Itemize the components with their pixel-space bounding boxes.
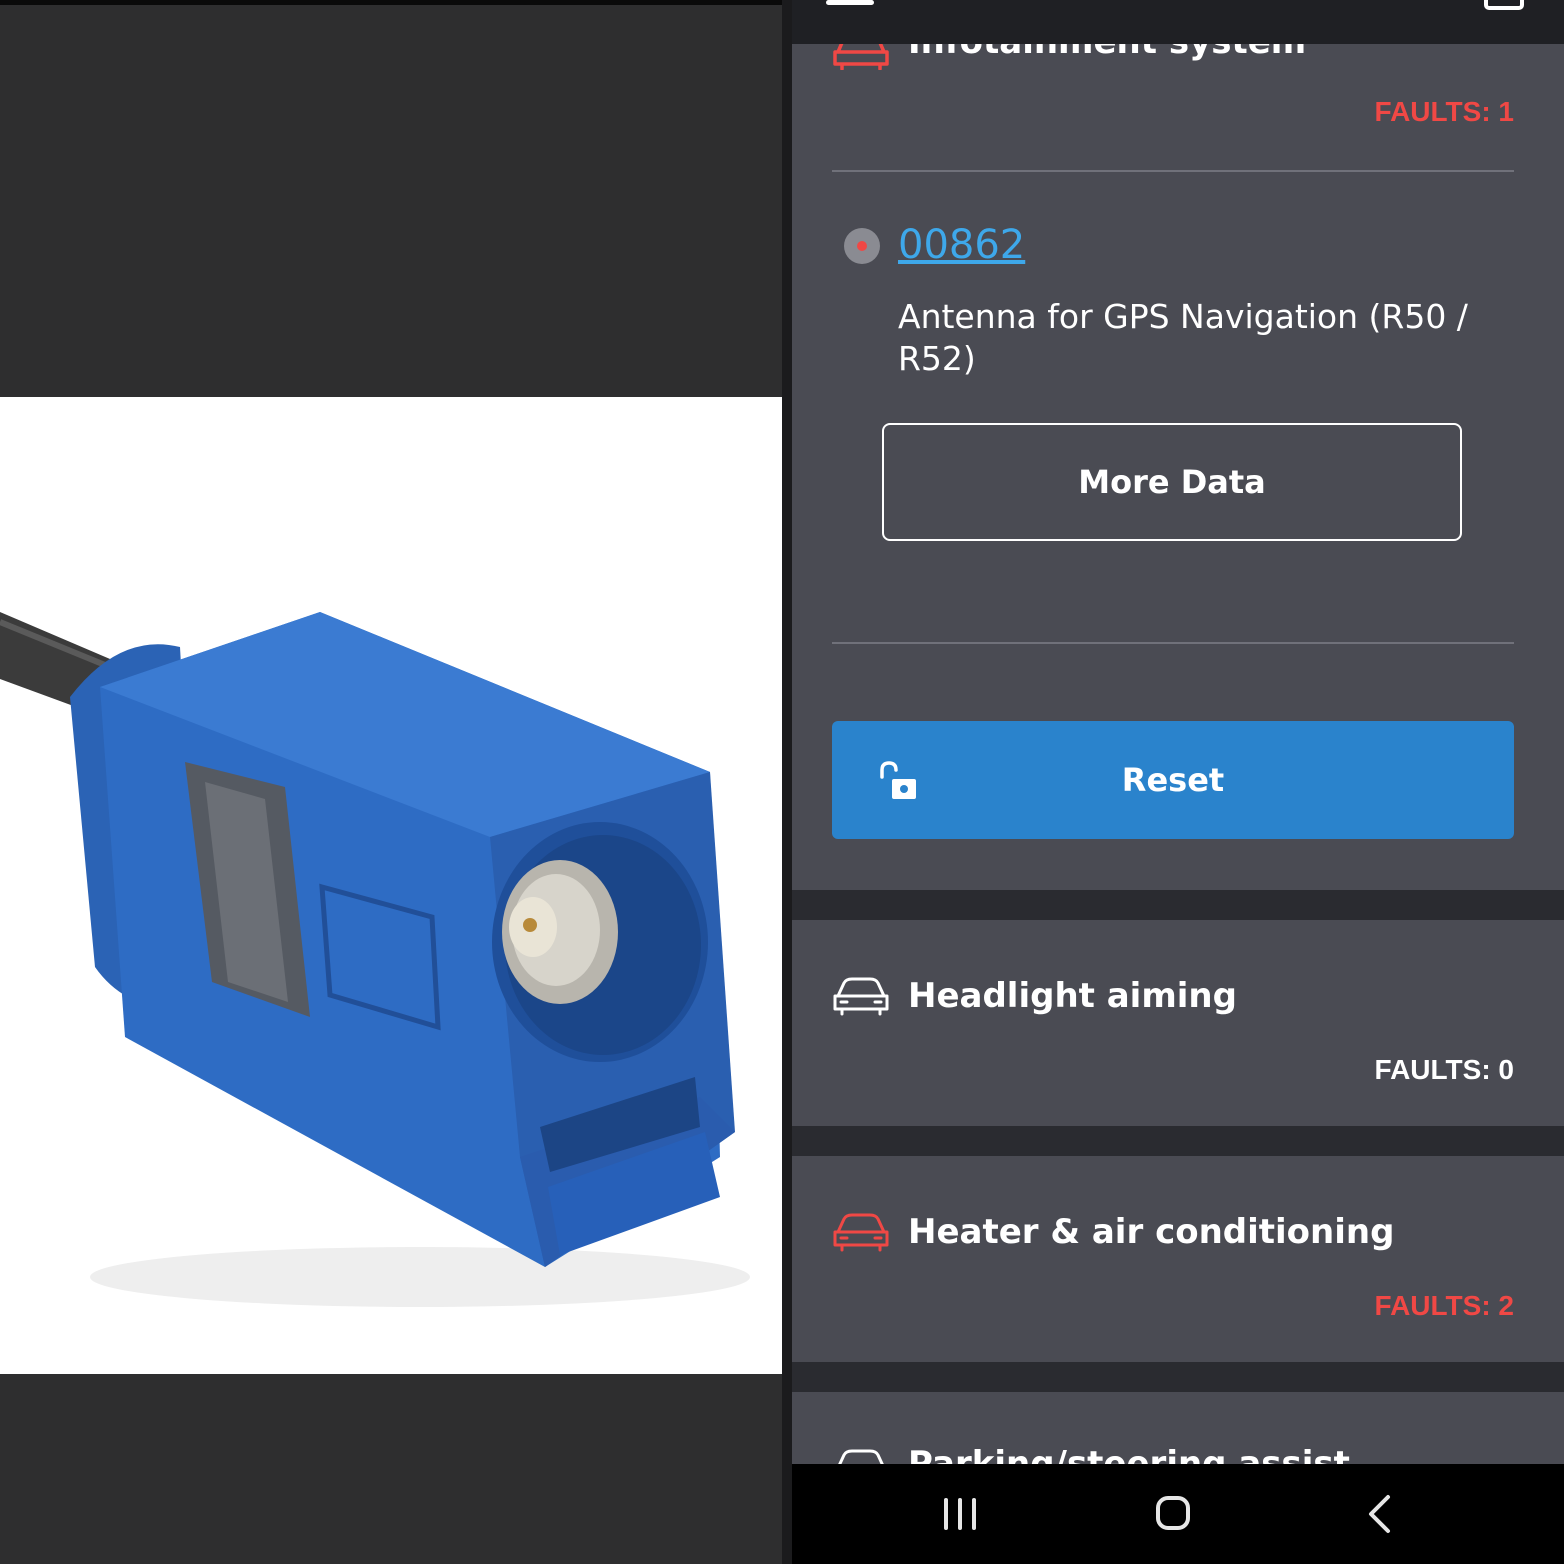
panel-divider [782, 0, 792, 1564]
car-icon [833, 977, 889, 1016]
car-icon [833, 1213, 889, 1252]
system-nav-bar [792, 1464, 1564, 1564]
reset-button[interactable]: Reset [832, 721, 1514, 839]
system-card-headlight[interactable]: Headlight aiming FAULTS: 0 [792, 920, 1564, 1126]
system-card-heater[interactable]: Heater & air conditioning FAULTS: 2 [792, 1156, 1564, 1362]
system-name: Headlight aiming [908, 976, 1237, 1016]
blue-fakra-connector-image [0, 612, 750, 1307]
red-dot-icon [844, 228, 880, 264]
left-panel [0, 0, 782, 1564]
home-icon[interactable] [1156, 1496, 1190, 1530]
connector-photo [0, 397, 782, 1374]
car-icon [838, 1449, 884, 1464]
system-name: Parking/steering assist [908, 1444, 1350, 1464]
faults-count: FAULTS: 0 [1374, 1054, 1514, 1085]
system-card-parking[interactable]: Parking/steering assist [792, 1392, 1564, 1464]
app-bar [792, 0, 1564, 44]
recents-icon[interactable] [944, 1498, 978, 1530]
divider-line [832, 170, 1514, 172]
faults-count: FAULTS: 1 [1374, 96, 1514, 127]
menu-icon[interactable] [826, 0, 874, 8]
unlock-icon [880, 761, 916, 799]
faults-count: FAULTS: 2 [1374, 1290, 1514, 1321]
top-strip [0, 0, 782, 5]
reset-label: Reset [1121, 761, 1225, 799]
divider-line [832, 642, 1514, 644]
back-icon[interactable] [1366, 1494, 1392, 1534]
fault-description: Antenna for GPS Navigation (R50 / R52) [898, 297, 1468, 378]
more-data-button[interactable]: More Data [882, 423, 1462, 541]
phone-screen: Infotainment system FAULTS: 1 00862 Ante… [792, 0, 1564, 1564]
system-card-infotainment: Infotainment system FAULTS: 1 00862 Ante… [792, 22, 1564, 890]
system-name: Heater & air conditioning [908, 1212, 1395, 1252]
fault-code-link[interactable]: 00862 [898, 222, 1025, 268]
screen-icon[interactable] [1484, 0, 1524, 10]
